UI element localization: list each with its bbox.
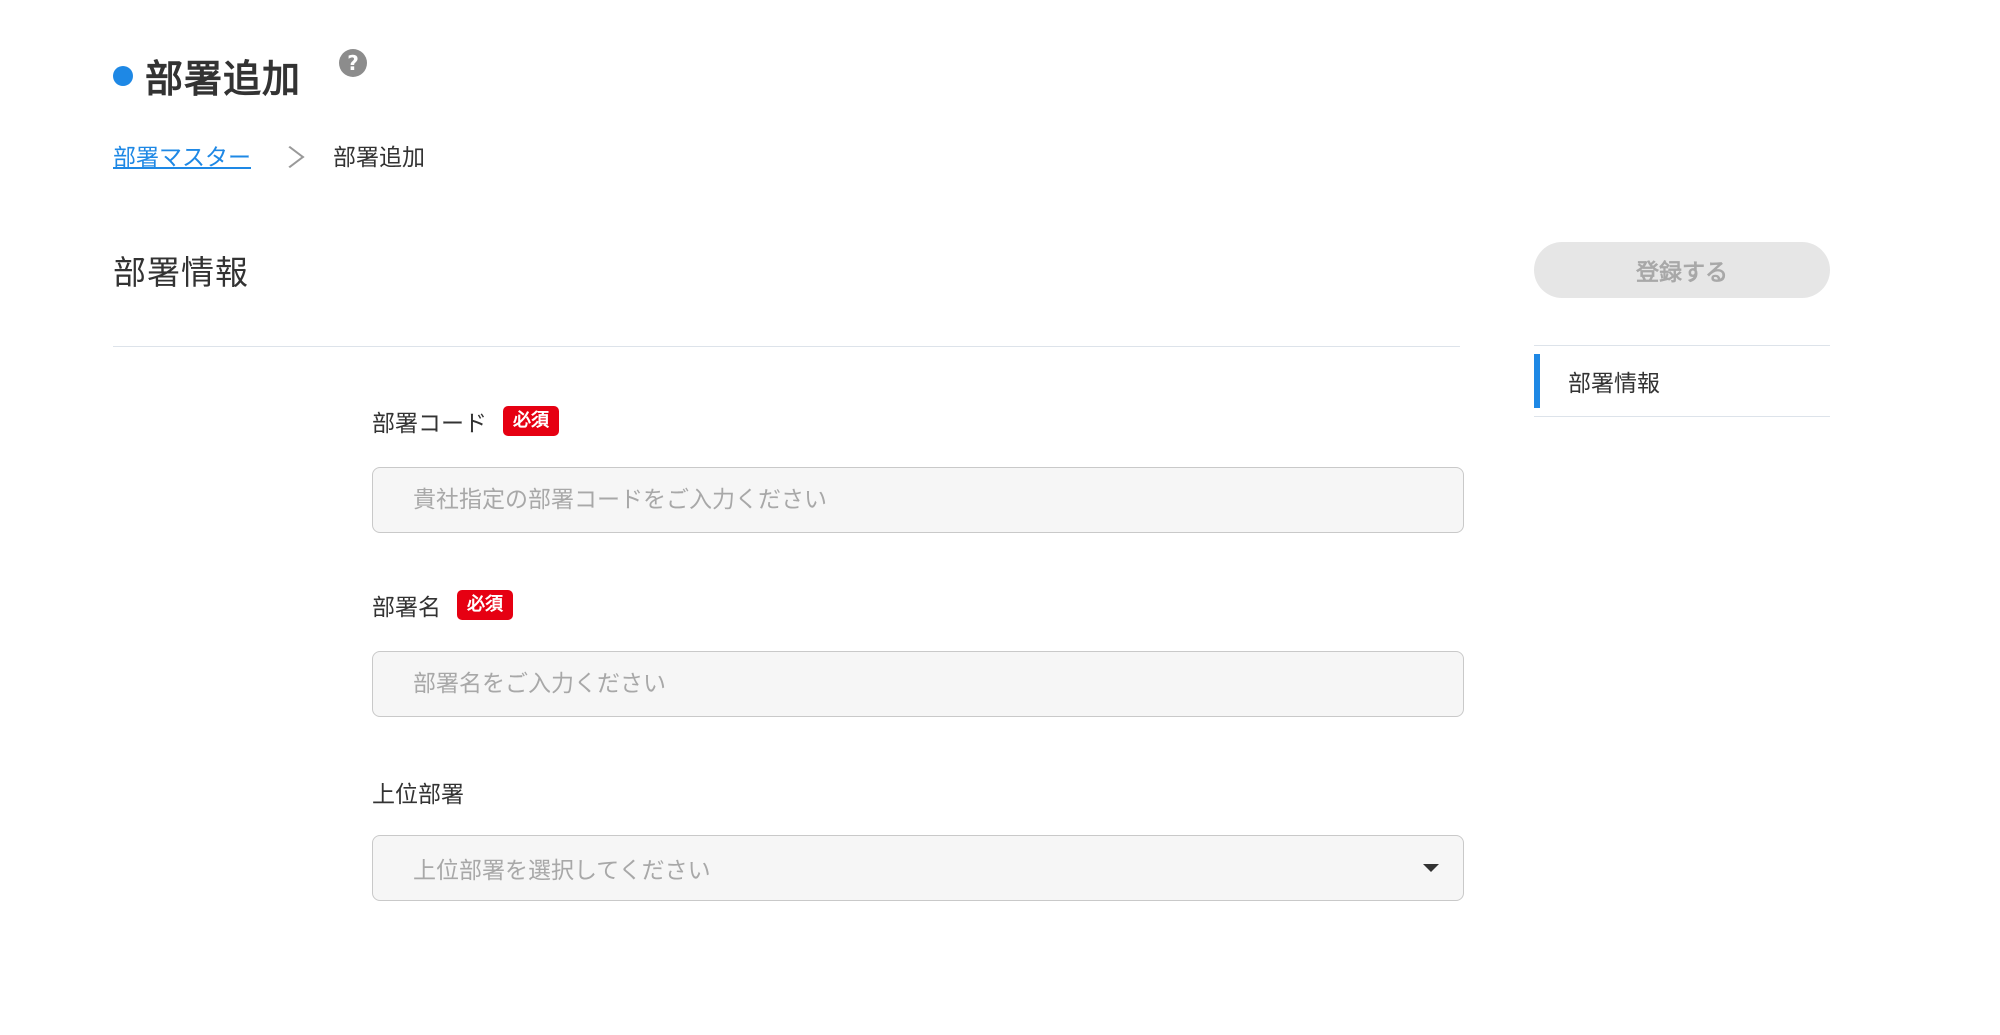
breadcrumb-link-department-master[interactable]: 部署マスター [113,138,251,172]
page-title: 部署追加 [145,57,302,101]
section-divider [113,346,1460,347]
page-root: 部署追加 ? 部署マスター 部署追加 部署情報 部署コード 必須 部署名 必須 … [0,0,2000,1035]
department-name-input[interactable] [372,651,1464,717]
parent-department-select[interactable]: 上位部署を選択してください [372,835,1464,901]
title-dot-icon [113,65,133,86]
breadcrumb: 部署マスター 部署追加 [113,138,425,172]
side-nav: 部署情報 [1534,345,1830,417]
side-nav-item-label: 部署情報 [1568,371,1660,397]
page-header: 部署追加 [113,48,301,103]
required-badge: 必須 [503,406,559,436]
department-code-label: 部署コード [372,411,487,437]
department-code-input[interactable] [372,467,1464,533]
parent-department-label: 上位部署 [372,782,464,808]
register-button[interactable]: 登録する [1534,242,1830,298]
department-name-label-row: 部署名 必須 [372,588,513,622]
caret-down-icon [1423,864,1439,872]
parent-department-label-row: 上位部署 [372,775,464,809]
parent-department-select-value: 上位部署を選択してください [413,858,711,884]
help-icon[interactable]: ? [339,49,367,77]
chevron-right-icon [283,146,301,164]
breadcrumb-current: 部署追加 [333,145,425,171]
required-badge: 必須 [457,590,513,620]
department-name-label: 部署名 [372,595,441,621]
department-code-label-row: 部署コード 必須 [372,404,559,438]
side-nav-item-department-info[interactable]: 部署情報 [1534,354,1830,408]
section-title: 部署情報 [113,253,249,292]
